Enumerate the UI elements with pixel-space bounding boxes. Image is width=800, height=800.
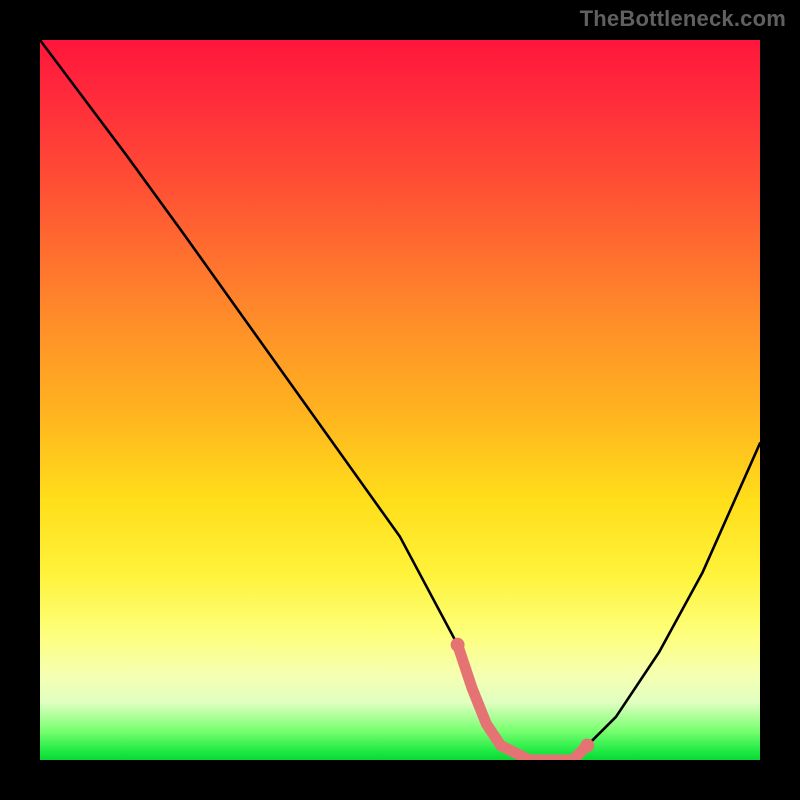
plot-area [40, 40, 760, 760]
chart-svg [40, 40, 760, 760]
chart-frame: TheBottleneck.com [0, 0, 800, 800]
highlight-dot [451, 638, 465, 652]
bottleneck-curve-path [40, 40, 760, 760]
highlight-band-path [458, 645, 588, 760]
watermark-text: TheBottleneck.com [580, 6, 786, 32]
highlight-dot [580, 739, 594, 753]
